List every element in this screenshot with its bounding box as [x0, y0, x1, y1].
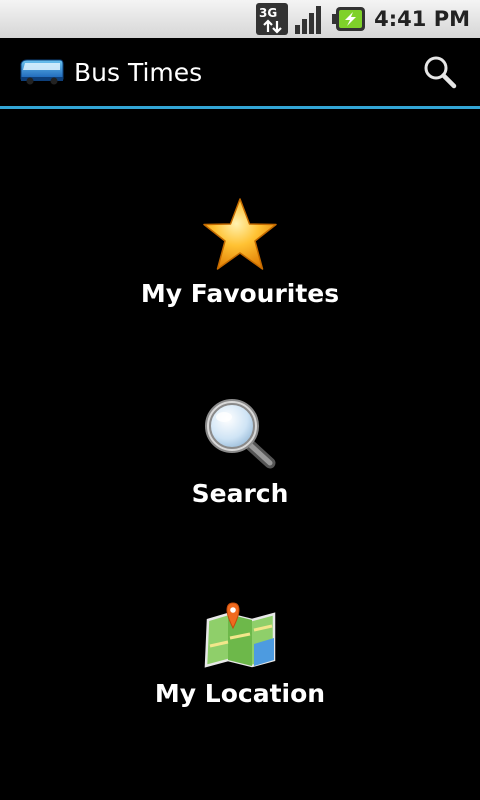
status-bar: 3G 4:41 PM [0, 0, 480, 38]
battery-charging-icon [332, 5, 366, 33]
menu-item-label: My Location [154, 679, 326, 708]
menu-item-label: My Favourites [140, 279, 340, 308]
map-pin-icon [200, 595, 280, 675]
menu-item-search[interactable]: Search [0, 395, 480, 525]
app-title: Bus Times [74, 57, 203, 87]
svg-text:3G: 3G [259, 6, 277, 20]
search-button[interactable] [422, 54, 458, 90]
menu-item-favourites[interactable]: My Favourites [0, 195, 480, 325]
3g-data-icon: 3G [256, 3, 289, 35]
search-icon [424, 56, 457, 89]
bus-icon [18, 58, 64, 86]
clock: 4:41 PM [374, 7, 470, 31]
signal-icon [294, 3, 326, 35]
menu-item-location[interactable]: My Location [0, 595, 480, 725]
action-bar: Bus Times [0, 38, 480, 109]
menu-item-label: Search [191, 479, 289, 508]
magnifier-icon [200, 395, 280, 475]
star-icon [200, 195, 280, 275]
